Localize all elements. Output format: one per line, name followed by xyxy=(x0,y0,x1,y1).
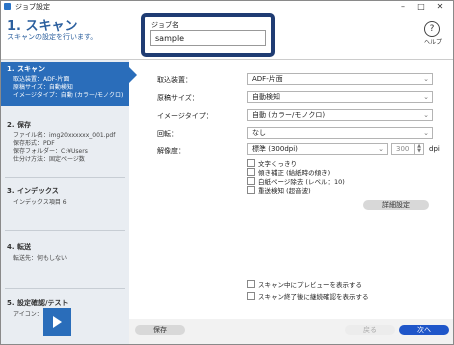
checkbox-sharp-text[interactable] xyxy=(247,159,255,167)
checkbox-preview-label: スキャン中にプレビューを表示する xyxy=(258,281,362,289)
save-button[interactable]: 保存 xyxy=(135,325,185,335)
checkbox-preview[interactable] xyxy=(247,280,255,288)
sidebar-item-save-title: 2. 保存 xyxy=(7,121,31,129)
title-bar: ジョブ設定 – □ ✕ xyxy=(1,1,453,13)
image-type-label: イメージタイプ： xyxy=(157,112,213,120)
job-icon xyxy=(43,308,71,336)
page-subtitle: スキャンの設定を行います。 xyxy=(7,33,98,41)
checkbox-deskew[interactable] xyxy=(247,168,255,176)
checkbox-blank-page[interactable] xyxy=(247,177,255,185)
chevron-down-icon: ⌄ xyxy=(423,75,429,83)
sidebar-item-scan-title: 1. スキャン xyxy=(7,65,45,73)
checkbox-continue-confirm-label: スキャン終了後に継続確認を表示する xyxy=(258,293,369,301)
job-name-box: ジョブ名 xyxy=(141,13,275,57)
job-name-label: ジョブ名 xyxy=(151,21,179,29)
sidebar-item-index[interactable]: 3. インデックス インデックス項目 6 xyxy=(1,184,129,224)
dpi-unit: dpi xyxy=(429,145,440,153)
document-size-select[interactable]: 自動検知 ⌄ xyxy=(247,91,433,103)
resolution-number: 300 xyxy=(396,145,410,153)
help-button[interactable]: ? ヘルプ xyxy=(421,21,445,49)
rotation-value: なし xyxy=(252,129,266,137)
minimize-icon[interactable]: – xyxy=(396,1,410,12)
sidebar-save-detail: 仕分け方法：固定ページ数 xyxy=(13,156,85,163)
sidebar-divider xyxy=(5,288,125,289)
resolution-label: 解像度： xyxy=(157,147,185,155)
sidebar-divider xyxy=(5,230,125,231)
sidebar-divider xyxy=(5,177,125,178)
image-type-select[interactable]: 自動 (カラー/モノクロ) ⌄ xyxy=(247,109,433,121)
chevron-down-icon: ⌄ xyxy=(423,93,429,101)
sidebar-item-transfer-title: 4. 転送 xyxy=(7,243,31,251)
rotation-label: 回転： xyxy=(157,130,178,138)
source-select[interactable]: ADF-片面 ⌄ xyxy=(247,73,433,85)
chevron-down-icon: ⌄ xyxy=(378,145,384,153)
image-type-value: 自動 (カラー/モノクロ) xyxy=(252,111,326,119)
back-button[interactable]: 戻る xyxy=(345,325,395,335)
document-size-value: 自動検知 xyxy=(252,93,280,101)
job-settings-window: ジョブ設定 – □ ✕ 1. スキャン スキャンの設定を行います。 ジョブ名 ?… xyxy=(0,0,454,345)
rotation-select[interactable]: なし ⌄ xyxy=(247,127,433,139)
active-step-arrow xyxy=(129,67,137,83)
window-title: ジョブ設定 xyxy=(15,3,50,11)
resolution-select[interactable]: 標準 (300dpi) ⌄ xyxy=(247,143,388,155)
play-icon xyxy=(53,316,62,328)
help-icon: ? xyxy=(424,21,440,37)
help-label: ヘルプ xyxy=(423,39,442,46)
checkbox-double-feed-label: 重送検知 (超音波) xyxy=(258,187,311,195)
app-icon xyxy=(4,3,11,10)
sidebar-transfer-detail: 転送先：何もしない xyxy=(13,255,68,262)
close-icon[interactable]: ✕ xyxy=(433,1,447,12)
chevron-down-icon: ⌄ xyxy=(423,129,429,137)
sidebar-item-index-title: 3. インデックス xyxy=(7,187,59,195)
sidebar: 1. スキャン 取込装置：ADF-片面 原稿サイズ：自動検知 イメージタイプ：自… xyxy=(1,60,129,344)
resolution-stepper[interactable]: ▲ ▼ xyxy=(414,143,424,155)
job-name-input[interactable] xyxy=(150,30,266,46)
next-button[interactable]: 次へ xyxy=(399,325,449,335)
sidebar-item-transfer[interactable]: 4. 転送 転送先：何もしない xyxy=(1,240,129,280)
checkbox-double-feed[interactable] xyxy=(247,186,255,194)
sidebar-item-confirm-title: 5. 設定確認/テスト xyxy=(7,299,69,307)
sidebar-confirm-detail: アイコン： xyxy=(13,311,43,318)
checkbox-continue-confirm[interactable] xyxy=(247,292,255,300)
sidebar-scan-detail: イメージタイプ：自動 (カラー/モノクロ) xyxy=(13,92,124,99)
document-size-label: 原稿サイズ： xyxy=(157,94,199,102)
resolution-value: 標準 (300dpi) xyxy=(252,145,298,153)
source-value: ADF-片面 xyxy=(252,75,283,83)
maximize-icon[interactable]: □ xyxy=(414,1,428,12)
sidebar-item-scan[interactable]: 1. スキャン 取込装置：ADF-片面 原稿サイズ：自動検知 イメージタイプ：自… xyxy=(1,62,129,106)
resolution-number-input[interactable]: 300 xyxy=(391,143,415,155)
chevron-down-icon: ⌄ xyxy=(423,111,429,119)
sidebar-item-save[interactable]: 2. 保存 ファイル名：img20xxxxxx_001.pdf 保存形式：PDF… xyxy=(1,118,129,178)
detail-settings-button[interactable]: 詳細設定 xyxy=(363,200,429,210)
source-label: 取込装置： xyxy=(157,76,192,84)
sidebar-index-detail: インデックス項目 6 xyxy=(13,199,67,206)
